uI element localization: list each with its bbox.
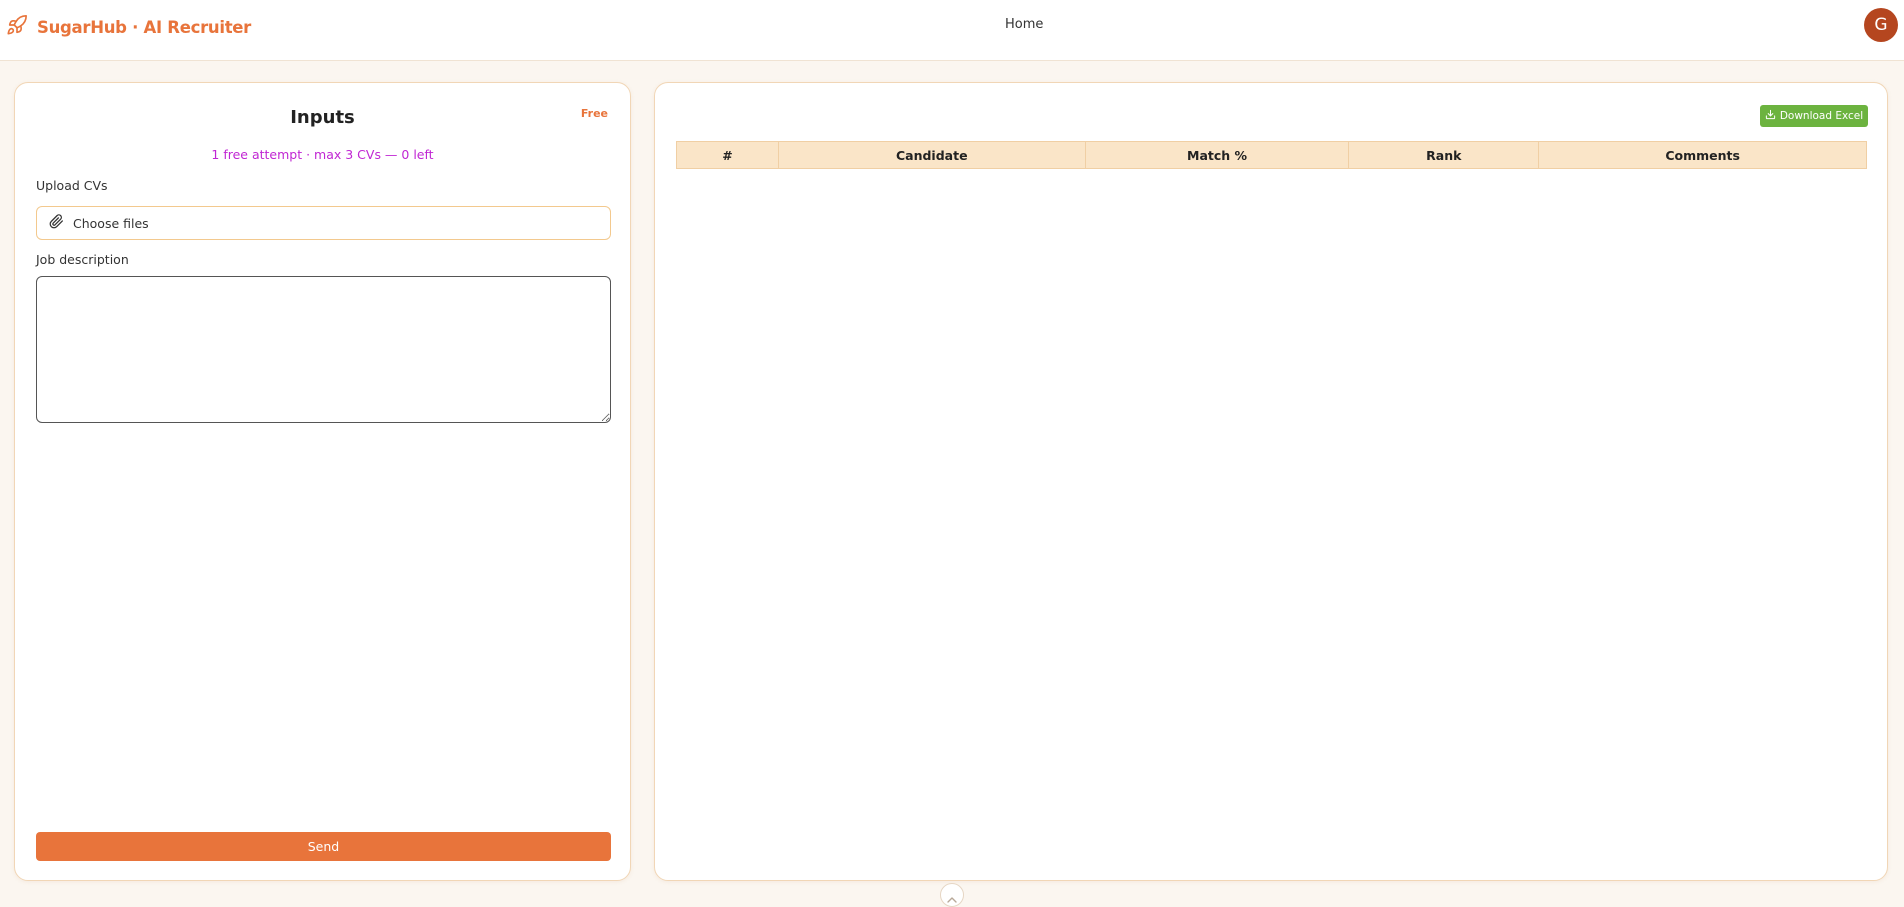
top-bar: SugarHub · AI Recruiter Home G	[0, 0, 1904, 61]
send-button[interactable]: Send	[36, 832, 611, 861]
chevron-up-icon	[947, 888, 957, 907]
download-excel-label: Download Excel	[1779, 110, 1864, 122]
brand-name: SugarHub · AI Recruiter	[37, 17, 252, 37]
inputs-panel: Inputs Free 1 free attempt · max 3 CVs —…	[14, 82, 631, 881]
column-header-number[interactable]: #	[676, 141, 779, 169]
job-description-input[interactable]	[36, 276, 611, 423]
download-excel-button[interactable]: Download Excel	[1760, 105, 1868, 127]
nav-home-link[interactable]: Home	[1005, 17, 1043, 32]
column-header-comments[interactable]: Comments	[1538, 141, 1867, 169]
brand-link[interactable]: SugarHub · AI Recruiter	[6, 14, 251, 40]
attempts-note: 1 free attempt · max 3 CVs — 0 left	[211, 147, 434, 162]
download-icon	[1765, 109, 1776, 123]
job-description-label: Job description	[36, 252, 129, 267]
user-avatar[interactable]: G	[1864, 8, 1898, 42]
column-header-candidate[interactable]: Candidate	[777, 141, 1086, 169]
results-panel: Download Excel # Candidate Match % Rank …	[654, 82, 1888, 881]
plan-badge: Free	[580, 107, 608, 120]
scroll-up-handle[interactable]	[940, 883, 964, 907]
table-header-row: # Candidate Match % Rank Comments	[676, 141, 1867, 169]
column-header-rank[interactable]: Rank	[1348, 141, 1540, 169]
upload-cvs-label: Upload CVs	[36, 178, 108, 193]
paperclip-icon	[49, 214, 64, 232]
choose-files-button[interactable]: Choose files	[36, 206, 611, 240]
rocket-icon	[6, 14, 28, 40]
choose-files-label: Choose files	[73, 215, 149, 231]
inputs-title: Inputs	[290, 107, 355, 128]
column-header-match[interactable]: Match %	[1084, 141, 1350, 169]
results-table: # Candidate Match % Rank Comments	[676, 141, 1867, 169]
